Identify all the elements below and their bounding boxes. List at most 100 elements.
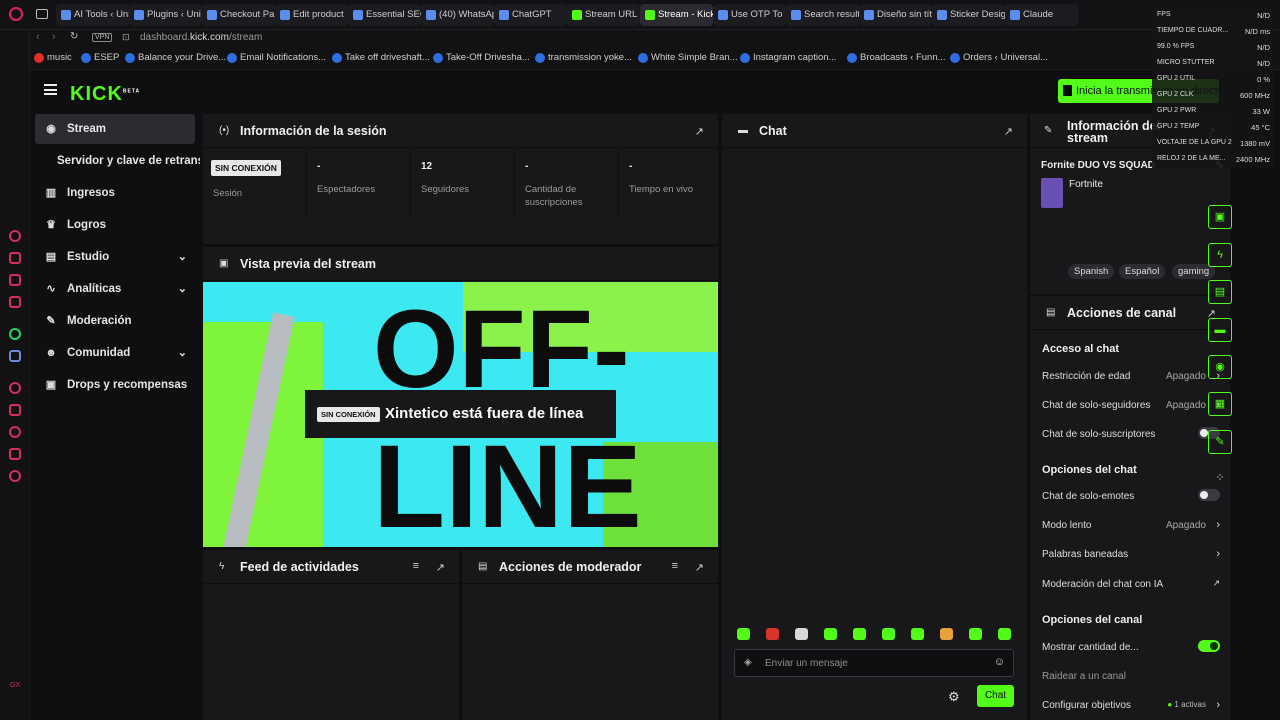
sidebar-whatsapp-icon[interactable] (9, 328, 21, 340)
emote-2[interactable] (766, 628, 779, 640)
slow-mode-row[interactable]: Modo lento Apagado › (1042, 519, 1220, 531)
mod-popout-icon[interactable]: ↗ (695, 561, 704, 574)
sidebar-messenger-icon[interactable] (9, 296, 21, 308)
popout-icon[interactable]: ↗ (695, 125, 704, 138)
goals-row[interactable]: Configurar objetivos ● 1 activas › (1042, 699, 1220, 711)
browser-tab[interactable]: Stream - Kick Dashbo (640, 4, 713, 26)
browser-tab[interactable]: Checkout Pa (202, 4, 275, 26)
sidebar-item[interactable]: ∿ Analíticas ⌄ (35, 274, 195, 304)
sidebar-clock-icon[interactable] (9, 426, 21, 438)
show-count-toggle[interactable] (1198, 640, 1220, 652)
sidebar-item[interactable]: Servidor y clave de retransmisión (35, 146, 200, 176)
subscribers-only-row[interactable]: Chat de solo-suscriptores (1042, 427, 1220, 440)
lightning-icon[interactable]: ϟ (1208, 243, 1232, 267)
kick-logo[interactable]: KICKBETA (70, 83, 140, 106)
sidebar-discord-icon[interactable] (9, 350, 21, 362)
sidebar-item[interactable]: ✎ Moderación (35, 306, 195, 336)
chat-send-button[interactable]: Chat (977, 685, 1014, 707)
mod-filter-icon[interactable]: ≡ (672, 560, 678, 572)
sidebar-item[interactable]: ☻ Comunidad ⌄ (35, 338, 195, 368)
browser-tab[interactable]: Claude (1005, 4, 1078, 26)
sidebar-instagram-icon[interactable] (9, 274, 21, 286)
sidebar-item[interactable]: ▥ Ingresos (35, 178, 195, 208)
chat-bubble-icon[interactable]: ▬ (1208, 318, 1232, 342)
emote-picker-icon[interactable]: ☺ (994, 656, 1005, 668)
forward-icon[interactable]: › (52, 31, 56, 43)
emote-8[interactable] (940, 628, 953, 640)
stream-preview-image[interactable]: OFF- LINE SIN CONEXIÓN Xintetico está fu… (203, 282, 718, 547)
emote-5[interactable] (853, 628, 866, 640)
menu-icon[interactable] (44, 84, 57, 95)
url-text[interactable]: dashboard.kick.com/stream (140, 32, 262, 43)
browser-tab[interactable]: ChatGPT (494, 4, 567, 26)
browser-tab[interactable]: Sticker Desig (932, 4, 1005, 26)
vpn-badge[interactable]: VPN (92, 33, 113, 42)
bookmark-item[interactable]: music (34, 52, 72, 63)
sidebar-extensions-icon[interactable] (9, 448, 21, 460)
scan-icon[interactable]: ▣ (1208, 205, 1232, 229)
emote-6[interactable] (882, 628, 895, 640)
radio-icon[interactable]: ◉ (1208, 355, 1232, 379)
sidebar-history-icon[interactable] (9, 230, 21, 242)
bookmark-item[interactable]: White Simple Bran... (638, 52, 738, 63)
bookmark-item[interactable]: Take off driveshaft... (332, 52, 430, 63)
bookmark-item[interactable]: Email Notifications... (227, 52, 326, 63)
chevron-down-icon[interactable]: ⌄ (178, 274, 187, 304)
age-restriction-row[interactable]: Restricción de edad Apagado › (1042, 370, 1220, 382)
raid-row[interactable]: Raidear a un canal (1042, 671, 1220, 682)
layout-icon[interactable]: ▦ (1208, 392, 1232, 416)
emote-10[interactable] (998, 628, 1011, 640)
opera-logo-icon[interactable] (9, 7, 23, 21)
sidebar-item[interactable]: ▤ Estudio ⌄ (35, 242, 195, 272)
bookmark-item[interactable]: Orders ‹ Universal... (950, 52, 1048, 63)
browser-tab[interactable]: Plugins ‹ Uni (129, 4, 202, 26)
sidebar-settings-icon[interactable] (9, 470, 21, 482)
workspaces-icon[interactable] (36, 9, 48, 19)
sidebar-item[interactable]: ♛ Logros (35, 210, 195, 240)
browser-tab[interactable]: Essential SEO (348, 4, 421, 26)
reload-icon[interactable]: ↻ (70, 31, 78, 42)
browser-tab[interactable]: AI Tools ‹ Uni (56, 4, 129, 26)
emote-1[interactable] (737, 628, 750, 640)
bookmark-item[interactable]: Take-Off Drivesha... (433, 52, 530, 63)
bookmark-item[interactable]: ESEP (81, 52, 119, 63)
document-icon[interactable]: ▤ (1208, 280, 1232, 304)
chevron-down-icon[interactable]: ⌄ (178, 242, 187, 272)
tag-espanol[interactable]: Español (1119, 264, 1166, 279)
browser-tab[interactable]: Stream URL (567, 4, 640, 26)
sidebar-item[interactable]: ◉ Stream (35, 114, 195, 144)
browser-tab[interactable]: Diseño sin tít (859, 4, 932, 26)
browser-tab[interactable]: Search result (786, 4, 859, 26)
feed-popout-icon[interactable]: ↗ (436, 561, 445, 574)
emote-9[interactable] (969, 628, 982, 640)
bookmark-item[interactable]: Balance your Drive... (125, 52, 226, 63)
tag-spanish[interactable]: Spanish (1068, 264, 1115, 279)
sidebar-bookmark-icon[interactable] (9, 404, 21, 416)
chevron-down-icon[interactable]: ⌄ (178, 338, 187, 368)
filter-icon[interactable]: ≡ (413, 560, 419, 572)
chat-input-box[interactable]: ◈ Enviar un mensaje ☺ (734, 649, 1014, 677)
sidebar-calendar-icon[interactable] (9, 252, 21, 264)
chat-settings-icon[interactable]: ⚙ (948, 689, 960, 705)
show-count-row[interactable]: Mostrar cantidad de... (1042, 640, 1220, 653)
browser-tab[interactable]: Use OTP To (713, 4, 786, 26)
followers-only-row[interactable]: Chat de solo-seguidores Apagado › (1042, 399, 1220, 411)
category-name[interactable]: Fortnite (1069, 179, 1103, 190)
bookmark-item[interactable]: Broadcasts ‹ Funn... (847, 52, 946, 63)
emote-4[interactable] (824, 628, 837, 640)
banned-words-row[interactable]: Palabras baneadas › (1042, 548, 1220, 560)
browser-tab[interactable]: Edit product (275, 4, 348, 26)
bookmark-item[interactable]: Instagram caption... (740, 52, 836, 63)
sidebar-player-icon[interactable] (9, 382, 21, 394)
ai-moderation-row[interactable]: Moderación del chat con IA ↗ (1042, 578, 1220, 590)
emotes-only-row[interactable]: Chat de solo-emotes (1042, 489, 1220, 502)
bookmark-item[interactable]: transmission yoke... (535, 52, 632, 63)
back-icon[interactable]: ‹ (36, 31, 40, 43)
sidebar-item[interactable]: ▣ Drops y recompensas (35, 370, 195, 400)
tools-icon[interactable]: ✎ (1208, 430, 1232, 454)
chat-popout-icon[interactable]: ↗ (1004, 125, 1013, 138)
emote-3[interactable] (795, 628, 808, 640)
browser-tab[interactable]: (40) WhatsAp (421, 4, 494, 26)
add-widget-icon[interactable]: ⁘ (1208, 467, 1232, 491)
emote-7[interactable] (911, 628, 924, 640)
